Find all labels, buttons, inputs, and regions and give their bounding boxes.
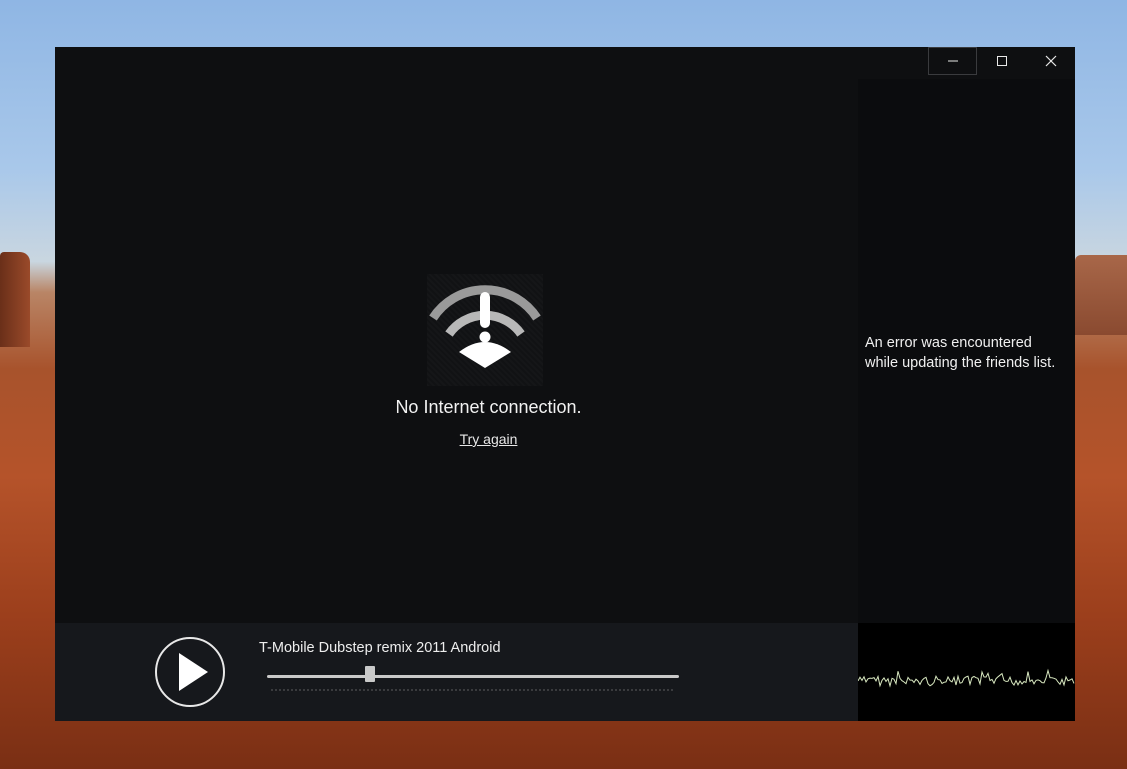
desktop-mesa	[1075, 255, 1127, 335]
titlebar-controls	[928, 47, 1075, 79]
audio-visualizer	[857, 623, 1075, 721]
waveform-line	[857, 668, 1075, 688]
try-again-link[interactable]: Try again	[460, 431, 518, 447]
minimize-button[interactable]	[928, 47, 977, 75]
wifi-error-icon	[429, 285, 541, 368]
app-window: No Internet connection. Try again An err…	[55, 47, 1075, 721]
seek-bar[interactable]	[267, 675, 679, 678]
wifi-error-tile	[427, 274, 543, 386]
maximize-icon	[996, 56, 1007, 66]
player-bar: T-Mobile Dubstep remix 2011 Android	[55, 623, 858, 721]
friends-error-line-1: An error was encountered	[865, 335, 1032, 351]
maximize-button[interactable]	[977, 47, 1026, 75]
seek-thumb[interactable]	[365, 666, 375, 682]
no-connection-message: No Internet connection.	[395, 397, 582, 417]
play-icon	[179, 653, 208, 691]
play-button[interactable]	[155, 637, 225, 707]
try-again-row: Try again	[55, 431, 922, 447]
friends-error-line-2: while updating the friends list.	[865, 355, 1056, 371]
waveform-icon	[857, 668, 1075, 688]
desktop-rock	[0, 252, 30, 347]
close-icon	[1045, 55, 1056, 67]
track-title: T-Mobile Dubstep remix 2011 Android	[259, 640, 501, 656]
friends-error-message: An error was encountered while updating …	[865, 333, 1075, 373]
minimize-icon	[947, 60, 958, 62]
seek-bar-ticks	[271, 689, 675, 691]
close-button[interactable]	[1026, 47, 1075, 75]
